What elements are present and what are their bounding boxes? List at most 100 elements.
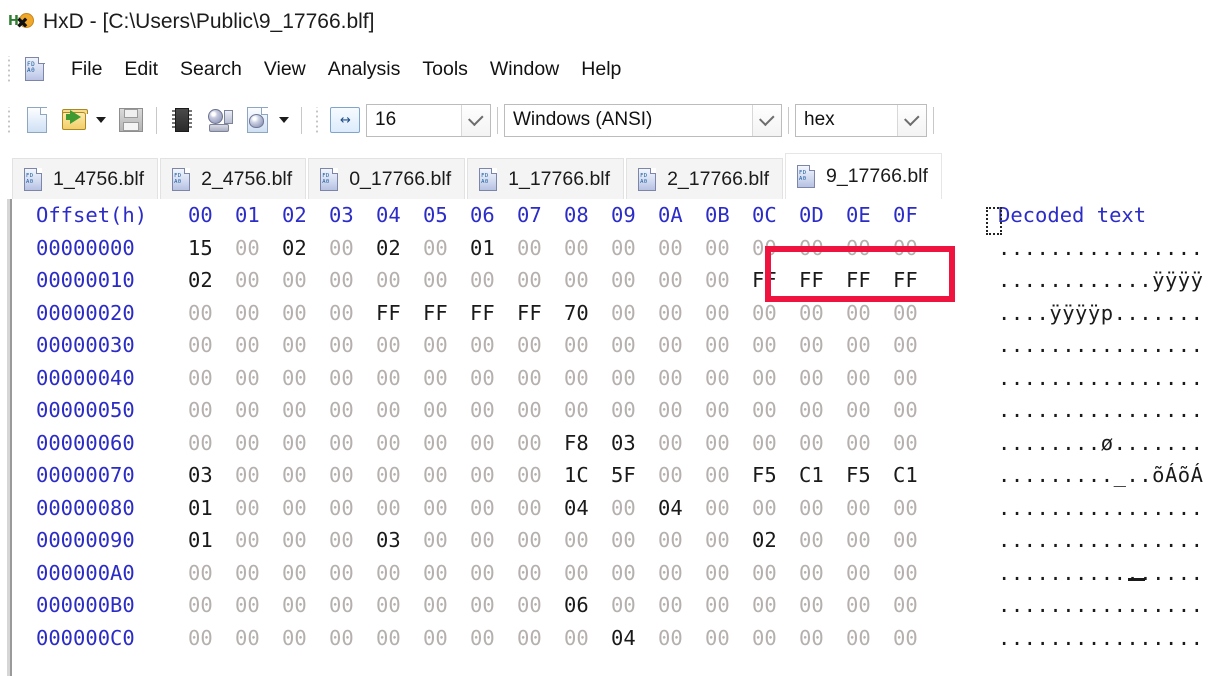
decoded-text-cell[interactable]: ........ø.......	[976, 427, 1226, 460]
hex-byte-cell[interactable]: 00	[846, 557, 893, 590]
hex-byte-cell[interactable]: 00	[423, 394, 470, 427]
hex-byte-cell[interactable]: 00	[423, 459, 470, 492]
hex-byte-cell[interactable]: FF	[376, 297, 423, 330]
hex-byte-cell[interactable]: 00	[611, 329, 658, 362]
hex-row-bytes[interactable]: 00 00 00 00 00 00 00 00 F8 03 00 00 00 00 00 00	[188, 427, 976, 460]
hex-byte-cell[interactable]: 00	[517, 264, 564, 297]
hex-byte-cell[interactable]: 00	[470, 427, 517, 460]
hex-byte-cell[interactable]: 00	[517, 329, 564, 362]
decoded-text-cell[interactable]: ................	[976, 589, 1226, 622]
hex-row-bytes[interactable]: 01 00 00 00 00 00 00 00 04 00 04 00 00 00 00 00	[188, 492, 976, 525]
hex-byte-cell[interactable]: 00	[235, 264, 282, 297]
hex-byte-cell[interactable]: FF	[893, 264, 940, 297]
hex-byte-cell[interactable]: 00	[752, 232, 799, 265]
hex-byte-cell[interactable]: 03	[188, 459, 235, 492]
hex-byte-cell[interactable]: C1	[893, 459, 940, 492]
hex-byte-cell[interactable]: 00	[893, 492, 940, 525]
hex-byte-cell[interactable]: 00	[705, 557, 752, 590]
hex-byte-cell[interactable]: 00	[752, 329, 799, 362]
hex-byte-cell[interactable]: 00	[893, 297, 940, 330]
hex-byte-cell[interactable]: 00	[658, 264, 705, 297]
hex-byte-cell[interactable]: 00	[470, 329, 517, 362]
hex-byte-cell[interactable]: 00	[658, 557, 705, 590]
hex-byte-cell[interactable]: 04	[564, 492, 611, 525]
hex-byte-cell[interactable]: 00	[235, 492, 282, 525]
hex-byte-cell[interactable]: 00	[470, 492, 517, 525]
decoded-text-cell[interactable]: ............ÿÿÿÿ	[976, 264, 1226, 297]
hex-byte-cell[interactable]: 00	[282, 427, 329, 460]
hex-byte-cell[interactable]: 00	[423, 492, 470, 525]
hex-byte-cell[interactable]: 00	[329, 232, 376, 265]
hex-byte-cell[interactable]: 00	[329, 492, 376, 525]
open-disk-image-button[interactable]	[241, 103, 275, 137]
hex-byte-cell[interactable]: 00	[705, 362, 752, 395]
hex-byte-cell[interactable]: 01	[188, 524, 235, 557]
hex-row-bytes[interactable]: 00 00 00 00 00 00 00 00 00 04 00 00 00 00 00 00	[188, 622, 976, 655]
hex-byte-cell[interactable]: 00	[799, 622, 846, 655]
hex-row-bytes[interactable]: 03 00 00 00 00 00 00 00 1C 5F 00 00 F5 C1 F5 C1	[188, 459, 976, 492]
hex-byte-cell[interactable]: 00	[752, 427, 799, 460]
hex-byte-cell[interactable]: 00	[705, 297, 752, 330]
hex-byte-cell[interactable]: 00	[799, 557, 846, 590]
hex-byte-cell[interactable]: 00	[282, 589, 329, 622]
hex-byte-cell[interactable]: 00	[376, 394, 423, 427]
hex-byte-cell[interactable]: 02	[376, 232, 423, 265]
document-tab[interactable]: FD A0 2_4756.blf	[160, 158, 307, 199]
hex-row[interactable]: 00000020 00 00 00 00 FF FF FF FF 70 00 00 00 00 00 00 00…	[12, 297, 1226, 330]
hex-byte-cell[interactable]: 00	[282, 362, 329, 395]
hex-byte-cell[interactable]: 00	[658, 589, 705, 622]
hex-byte-cell[interactable]: 15	[188, 232, 235, 265]
hex-byte-cell[interactable]: 00	[282, 622, 329, 655]
hex-byte-cell[interactable]: 00	[376, 622, 423, 655]
hex-byte-cell[interactable]: 00	[846, 362, 893, 395]
hex-byte-cell[interactable]: 00	[470, 557, 517, 590]
hex-byte-cell[interactable]: 00	[517, 427, 564, 460]
hex-byte-cell[interactable]: 00	[423, 622, 470, 655]
hex-byte-cell[interactable]: 00	[470, 459, 517, 492]
hex-byte-cell[interactable]: 00	[423, 232, 470, 265]
document-tab[interactable]: FD A0 1_4756.blf	[12, 158, 159, 199]
hex-byte-cell[interactable]: 00	[188, 297, 235, 330]
hex-byte-cell[interactable]: 00	[517, 492, 564, 525]
hex-byte-cell[interactable]: 00	[799, 524, 846, 557]
open-dropdown-caret-icon[interactable]	[94, 105, 108, 135]
hex-byte-cell[interactable]: 00	[705, 589, 752, 622]
hex-byte-cell[interactable]: 00	[799, 427, 846, 460]
menu-item-edit[interactable]: Edit	[113, 55, 169, 84]
menu-item-help[interactable]: Help	[570, 55, 632, 84]
hex-byte-cell[interactable]: 00	[705, 232, 752, 265]
hex-row[interactable]: 00000060 00 00 00 00 00 00 00 00 F8 03 00 00 00 00 00 00…	[12, 427, 1226, 460]
hex-byte-cell[interactable]: 00	[799, 329, 846, 362]
hex-byte-cell[interactable]: 00	[893, 589, 940, 622]
hex-byte-cell[interactable]: 00	[846, 394, 893, 427]
hex-byte-cell[interactable]: 00	[846, 492, 893, 525]
hex-byte-cell[interactable]: 00	[470, 264, 517, 297]
hex-byte-cell[interactable]: 00	[705, 492, 752, 525]
hex-byte-cell[interactable]: 00	[658, 232, 705, 265]
hex-byte-cell[interactable]: 00	[705, 459, 752, 492]
hex-byte-cell[interactable]: 00	[423, 589, 470, 622]
hex-row[interactable]: 000000A0 00 00 00 00 00 00 00 00 00 00 00 00 00 00 00 00…	[12, 557, 1226, 590]
hex-byte-cell[interactable]: 00	[376, 427, 423, 460]
hex-byte-cell[interactable]: 00	[799, 589, 846, 622]
hex-byte-cell[interactable]: 00	[893, 557, 940, 590]
hex-byte-cell[interactable]: 00	[658, 427, 705, 460]
hex-byte-cell[interactable]: 00	[188, 622, 235, 655]
hex-byte-cell[interactable]: 00	[235, 394, 282, 427]
hex-byte-cell[interactable]: 00	[470, 622, 517, 655]
hex-byte-cell[interactable]: 00	[658, 329, 705, 362]
hex-byte-cell[interactable]: 00	[423, 427, 470, 460]
hex-byte-cell[interactable]: 00	[376, 362, 423, 395]
hex-byte-cell[interactable]: 00	[799, 362, 846, 395]
hex-byte-cell[interactable]: 00	[470, 394, 517, 427]
hex-byte-cell[interactable]: 00	[846, 427, 893, 460]
hex-byte-cell[interactable]: 00	[752, 622, 799, 655]
hex-row[interactable]: 00000010 02 00 00 00 00 00 00 00 00 00 00 00 FF FF FF FF…	[12, 264, 1226, 297]
hex-byte-cell[interactable]: 00	[846, 524, 893, 557]
hex-byte-cell[interactable]: 00	[611, 232, 658, 265]
hex-byte-cell[interactable]: 00	[235, 362, 282, 395]
hex-byte-cell[interactable]: 01	[470, 232, 517, 265]
hex-byte-cell[interactable]: FF	[517, 297, 564, 330]
hex-byte-cell[interactable]: 00	[517, 589, 564, 622]
hex-byte-cell[interactable]: 00	[188, 427, 235, 460]
